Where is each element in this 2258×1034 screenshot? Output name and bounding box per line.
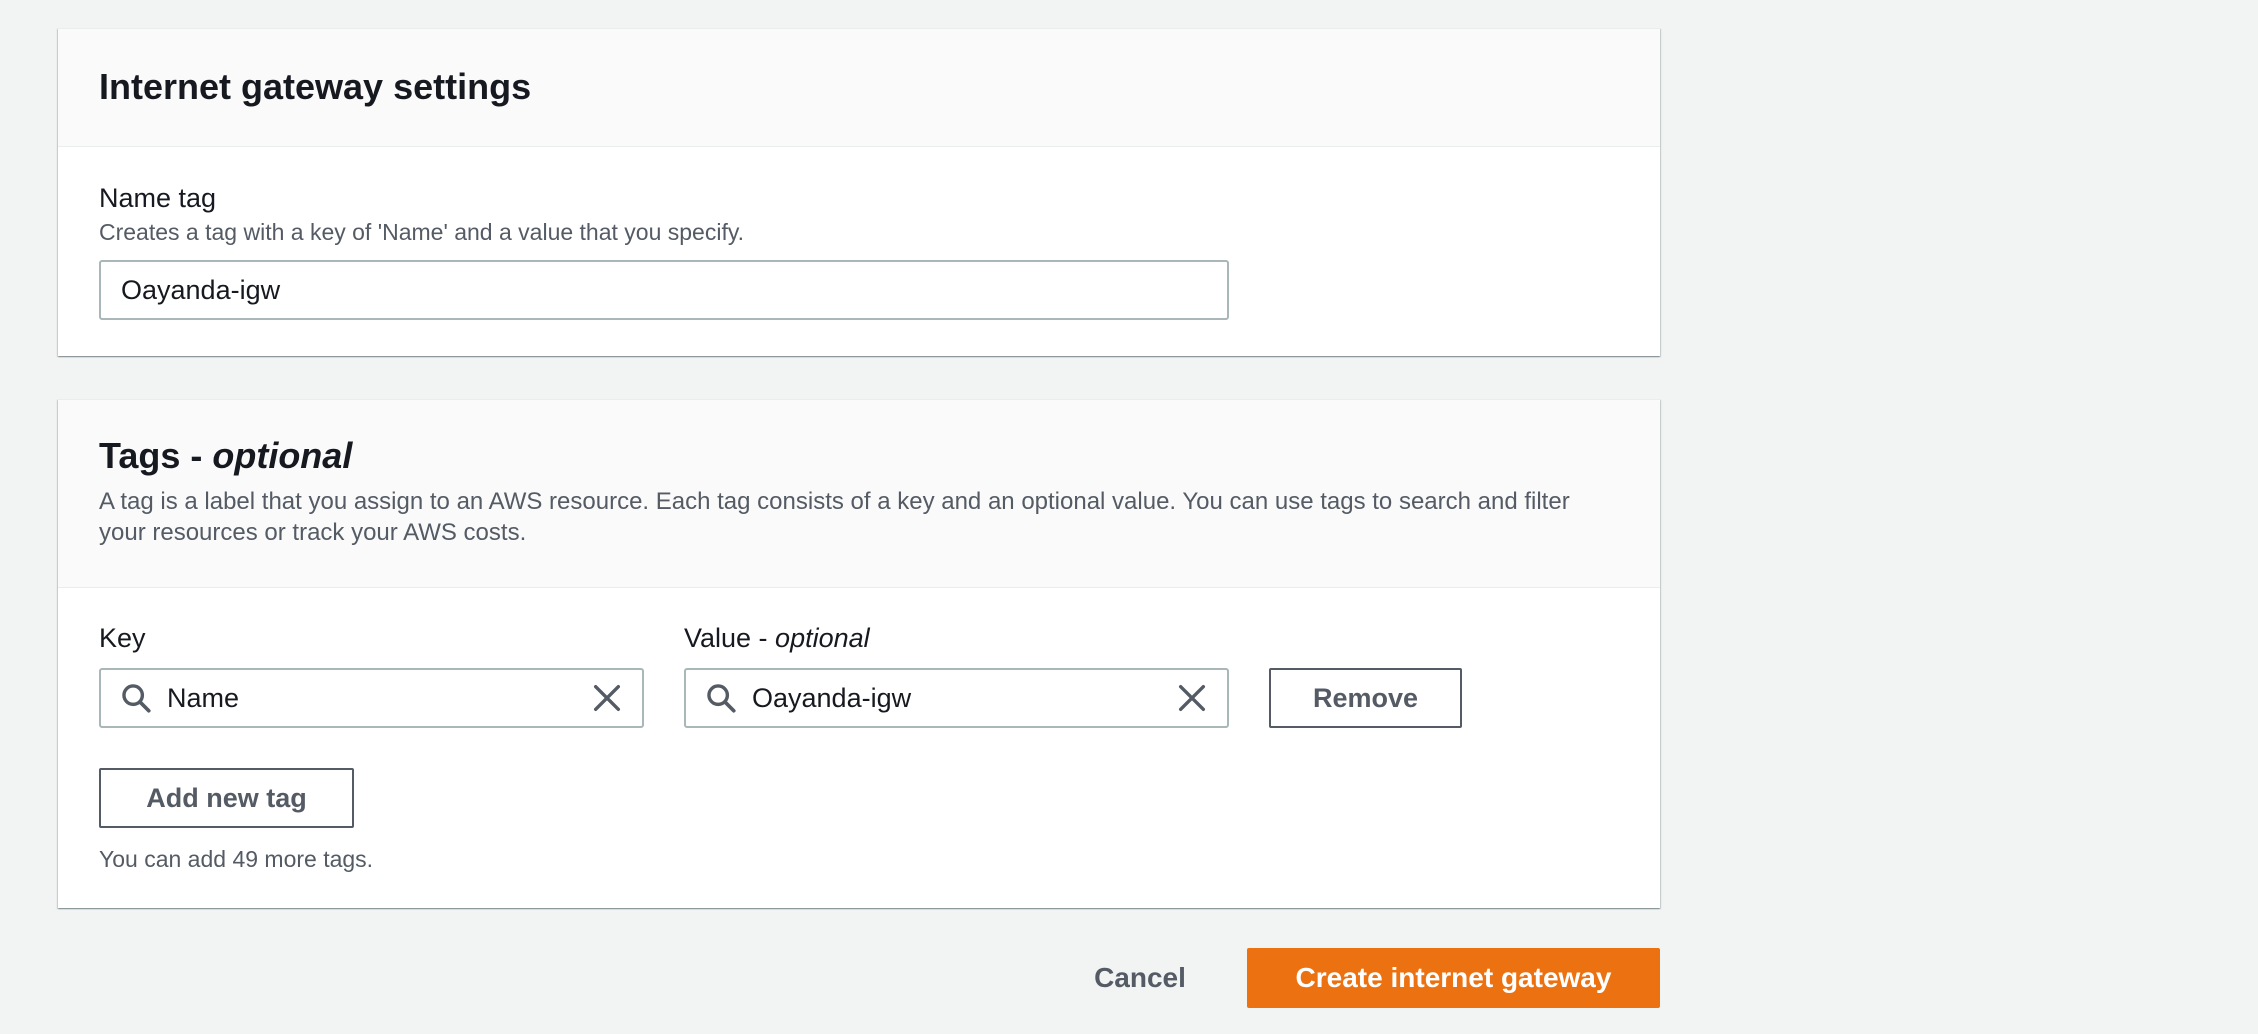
panel-header: Tags - optional A tag is a label that yo… (58, 400, 1660, 588)
tag-value-field (684, 668, 1229, 728)
cancel-button[interactable]: Cancel (1080, 950, 1200, 1006)
tag-key-input[interactable] (167, 682, 590, 714)
internet-gateway-settings-panel: Internet gateway settings Name tag Creat… (58, 28, 1660, 356)
name-tag-description: Creates a tag with a key of 'Name' and a… (99, 219, 745, 245)
remove-tag-button[interactable]: Remove (1269, 668, 1462, 728)
key-label: Key (99, 623, 146, 653)
panel-body: Key Value - optional Name Oayanda-igw Re… (58, 588, 1660, 908)
tags-description: A tag is a label that you assign to an A… (99, 488, 1570, 546)
panel-title: Internet gateway settings (99, 66, 532, 107)
panel-body: Name tag Creates a tag with a key of 'Na… (58, 147, 1660, 320)
search-icon (707, 684, 736, 713)
tag-value-input[interactable] (752, 682, 1175, 714)
search-icon (122, 684, 151, 713)
close-icon[interactable] (1175, 681, 1209, 715)
tags-title: Tags - (99, 435, 213, 476)
panel-title: Tags - optional (99, 434, 1619, 478)
value-label: Value - optional (684, 621, 870, 655)
name-tag-input[interactable] (99, 260, 1229, 320)
create-internet-gateway-button[interactable]: Create internet gateway (1247, 948, 1660, 1008)
optional-label: optional (212, 435, 353, 476)
panel-header: Internet gateway settings (58, 29, 1660, 147)
value-label-text: Value - (684, 623, 776, 653)
tag-limit-text: You can add 49 more tags. (99, 846, 374, 872)
name-tag-label: Name tag (99, 183, 217, 213)
close-icon[interactable] (590, 681, 624, 715)
optional-label: optional (775, 623, 870, 653)
tags-panel: Tags - optional A tag is a label that yo… (58, 399, 1660, 908)
tag-key-field (99, 668, 644, 728)
add-new-tag-button[interactable]: Add new tag (99, 768, 354, 828)
